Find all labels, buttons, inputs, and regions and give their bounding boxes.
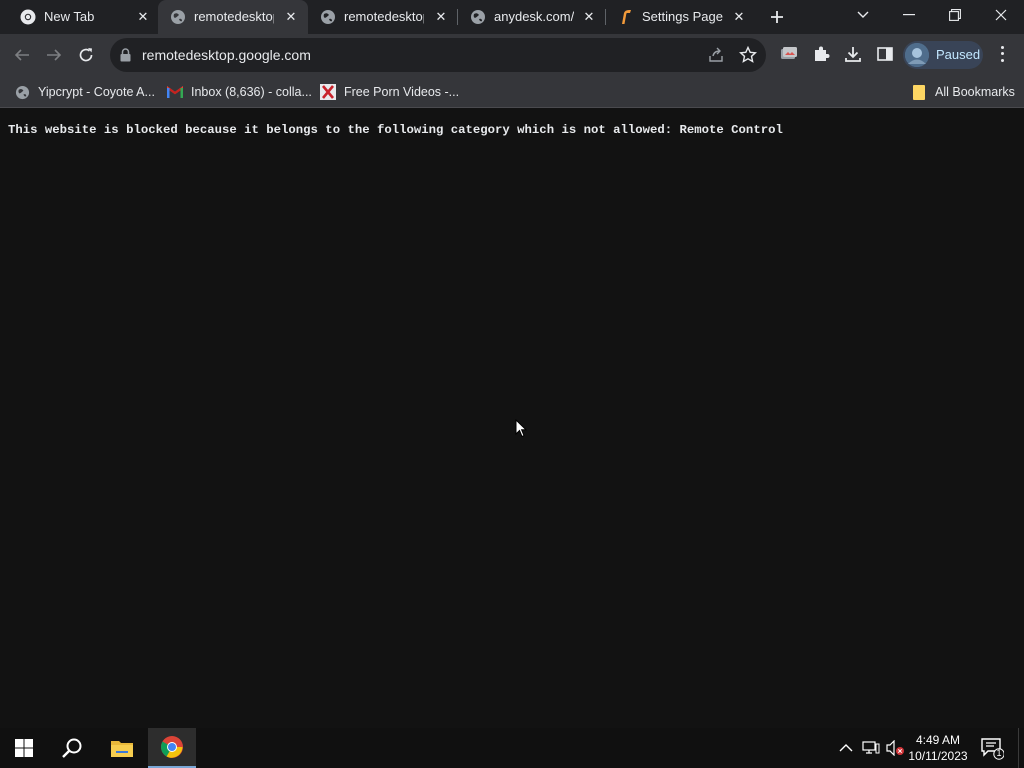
plus-icon (771, 11, 783, 23)
bookmark-label: Inbox (8,636) - colla... (191, 85, 312, 99)
arrow-right-icon (47, 49, 62, 61)
tab-search-button[interactable] (840, 0, 886, 30)
blocked-message: This website is blocked because it belon… (8, 123, 783, 137)
chrome-icon (20, 9, 36, 25)
browser-toolbar: remotedesktop.google.com Paused (0, 34, 1024, 76)
restore-icon (949, 9, 961, 21)
search-button[interactable] (48, 728, 96, 768)
bookmark-star-icon[interactable] (738, 45, 758, 69)
bookmark-label: Yipcrypt - Coyote A... (38, 85, 155, 99)
gmail-icon (167, 84, 183, 100)
share-icon[interactable] (708, 47, 724, 68)
chrome-icon (161, 736, 183, 758)
x-logo-icon (320, 84, 336, 100)
file-explorer-button[interactable] (98, 728, 146, 768)
show-desktop-button[interactable] (1018, 728, 1024, 768)
tray-overflow-icon[interactable] (839, 740, 853, 758)
bookmark-label: Free Porn Videos -... (344, 85, 460, 99)
search-icon (62, 738, 82, 758)
new-tab-button[interactable] (766, 6, 788, 28)
all-bookmarks-button[interactable]: All Bookmarks (911, 82, 1015, 102)
lock-icon (120, 48, 131, 67)
tab-new-tab[interactable]: New Tab ✕ (8, 0, 158, 34)
close-tab-icon[interactable]: ✕ (730, 8, 748, 26)
minimize-icon (903, 14, 915, 16)
folder-icon (111, 741, 133, 757)
tab-title: remotedesktop (194, 9, 274, 24)
close-window-button[interactable] (978, 0, 1024, 30)
reload-icon (79, 48, 93, 62)
close-tab-icon[interactable]: ✕ (432, 8, 450, 26)
tab-title: New Tab (44, 9, 95, 24)
extensions-puzzle-icon[interactable] (811, 44, 831, 64)
globe-icon (14, 84, 30, 100)
all-bookmarks-label: All Bookmarks (935, 85, 1015, 99)
bookmark-item[interactable]: Yipcrypt - Coyote A... (14, 82, 155, 102)
reload-button[interactable] (73, 42, 99, 68)
volume-muted-icon[interactable] (886, 739, 906, 761)
folder-icon (911, 84, 927, 100)
globe-icon (320, 9, 336, 25)
minimize-button[interactable] (886, 0, 932, 30)
bookmark-item[interactable]: Free Porn Videos -... (320, 82, 459, 102)
restore-button[interactable] (932, 0, 978, 30)
notification-center-button[interactable]: 1 (980, 736, 1005, 760)
tab-title: anydesk.com/e (494, 9, 574, 24)
arrow-left-icon (14, 49, 29, 61)
close-tab-icon[interactable]: ✕ (580, 8, 598, 26)
notification-count: 1 (996, 748, 1002, 758)
side-panel-icon[interactable] (875, 44, 895, 64)
more-menu-icon[interactable] (994, 44, 1010, 64)
url-text: remotedesktop.google.com (142, 47, 311, 63)
extension-image-icon[interactable] (779, 44, 799, 64)
tab-remotedesktop-active[interactable]: remotedesktop ✕ (158, 0, 308, 34)
mouse-cursor-icon (515, 418, 528, 443)
close-tab-icon[interactable]: ✕ (134, 8, 152, 26)
forward-button[interactable] (41, 42, 67, 68)
avatar (905, 43, 929, 67)
bookmarks-bar: Yipcrypt - Coyote A... Inbox (8,636) - c… (0, 76, 1024, 108)
tab-remotedesktop[interactable]: remotedesktop ✕ (308, 0, 458, 34)
tab-settings-page[interactable]: Settings Page ✕ (606, 0, 756, 34)
chevron-down-icon (857, 11, 869, 18)
close-icon (995, 9, 1007, 21)
tab-anydesk[interactable]: anydesk.com/e ✕ (458, 0, 606, 34)
globe-icon (170, 9, 186, 25)
profile-status: Paused (936, 47, 981, 62)
start-button[interactable] (0, 728, 48, 768)
windows-logo-icon (15, 739, 33, 757)
address-bar[interactable]: remotedesktop.google.com (110, 38, 766, 72)
tab-title: remotedesktop (344, 9, 424, 24)
bookmark-item[interactable]: Inbox (8,636) - colla... (167, 82, 312, 102)
taskbar: 4:49 AM 10/11/2023 1 (0, 728, 1024, 768)
downloads-icon[interactable] (843, 44, 863, 64)
clock-date: 10/11/2023 (908, 749, 968, 763)
globe-icon (470, 9, 486, 25)
chrome-taskbar-button[interactable] (148, 728, 196, 768)
tab-title: Settings Page (642, 9, 723, 24)
page-content: This website is blocked because it belon… (0, 108, 1024, 728)
clock-time: 4:49 AM (915, 733, 961, 747)
back-button[interactable] (9, 42, 35, 68)
close-tab-icon[interactable]: ✕ (282, 8, 300, 26)
tab-strip: New Tab ✕ remotedesktop ✕ remotedesktop … (0, 0, 1024, 34)
settings-page-icon (618, 9, 634, 25)
network-icon[interactable] (862, 740, 880, 761)
profile-button[interactable]: Paused (903, 41, 983, 69)
system-clock[interactable]: 4:49 AM 10/11/2023 (904, 732, 972, 764)
